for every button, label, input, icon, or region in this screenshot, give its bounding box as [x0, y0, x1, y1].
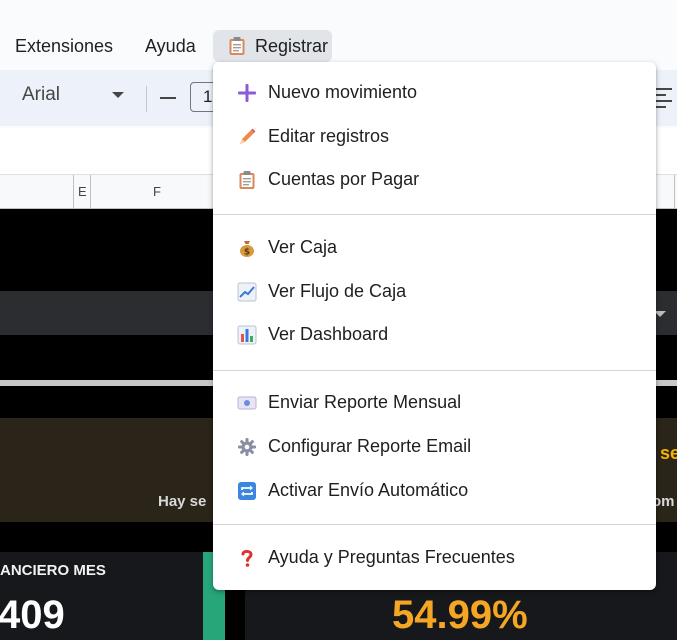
menu-item-label: Ver Dashboard — [268, 324, 389, 344]
kpi-card-value: 409 — [0, 593, 65, 637]
toolbar-divider — [146, 86, 147, 112]
menu-item-label: Enviar Reporte Mensual — [268, 392, 462, 412]
clipboard-icon — [229, 37, 245, 55]
menu-item-activar-envio-automatico[interactable]: Activar Envío Automático — [213, 471, 656, 511]
column-divider — [90, 175, 91, 208]
chart-increasing-icon — [237, 282, 257, 302]
align-icon[interactable] — [654, 88, 672, 108]
clipboard-icon — [239, 171, 255, 189]
menu-item-label: Activar Envío Automático — [268, 480, 469, 500]
chevron-down-icon[interactable] — [112, 92, 124, 98]
column-divider — [73, 175, 74, 208]
menu-item-label: Ver Flujo de Caja — [268, 281, 407, 301]
menu-item-label: Ver Caja — [268, 237, 338, 257]
plus-icon — [238, 84, 256, 102]
menu-ayuda[interactable]: Ayuda — [137, 30, 204, 62]
menu-item-label: Configurar Reporte Email — [268, 436, 472, 456]
menu-item-label: Ayuda y Preguntas Frecuentes — [268, 547, 515, 567]
menu-separator — [213, 214, 656, 215]
menu-item-cuentas-por-pagar[interactable]: Cuentas por Pagar — [213, 160, 656, 200]
menu-separator — [213, 370, 656, 371]
menu-item-label: Nuevo movimiento — [268, 82, 418, 102]
registrar-dropdown-menu: Nuevo movimiento Editar registros Cuenta… — [213, 62, 656, 590]
menu-item-editar-registros[interactable]: Editar registros — [213, 117, 656, 157]
menu-item-label: Editar registros — [268, 126, 390, 146]
menu-item-nuevo-movimiento[interactable]: Nuevo movimiento — [213, 73, 656, 113]
kpi-percent-value: 54.99% — [392, 593, 528, 637]
menu-item-configurar-reporte-email[interactable]: Configurar Reporte Email — [213, 427, 656, 467]
kpi-card-title: ANCIERO MES — [0, 562, 106, 579]
column-header-f[interactable]: F — [153, 184, 161, 199]
svg-text:$: $ — [244, 248, 250, 258]
question-icon — [241, 549, 253, 567]
menu-item-enviar-reporte-mensual[interactable]: Enviar Reporte Mensual — [213, 383, 656, 423]
menu-item-ver-caja[interactable]: $ Ver Caja — [213, 228, 656, 268]
menu-item-ver-dashboard[interactable]: Ver Dashboard — [213, 315, 656, 355]
menu-registrar-label: Registrar — [255, 36, 329, 56]
repeat-icon — [238, 482, 256, 500]
gear-icon — [238, 438, 256, 456]
email-icon — [237, 396, 257, 410]
menu-item-ayuda-preguntas-frecuentes[interactable]: Ayuda y Preguntas Frecuentes — [213, 538, 656, 578]
decrease-font-size-button[interactable] — [160, 97, 176, 99]
menu-extensiones[interactable]: Extensiones — [7, 30, 121, 62]
menu-separator — [213, 524, 656, 525]
menu-item-ver-flujo-de-caja[interactable]: Ver Flujo de Caja — [213, 272, 656, 312]
menu-registrar[interactable]: Registrar — [213, 30, 332, 62]
money-bag-icon: $ — [240, 241, 254, 258]
menu-bar: Extensiones Ayuda Registrar — [0, 0, 677, 68]
font-selector[interactable]: Arial — [22, 84, 60, 106]
banner-subtext-left: Hay se — [158, 493, 207, 510]
pencil-icon — [240, 128, 256, 144]
column-header-e[interactable]: E — [78, 184, 87, 199]
bar-chart-icon — [237, 325, 257, 345]
column-divider — [674, 175, 675, 208]
menu-item-label: Cuentas por Pagar — [268, 169, 420, 189]
